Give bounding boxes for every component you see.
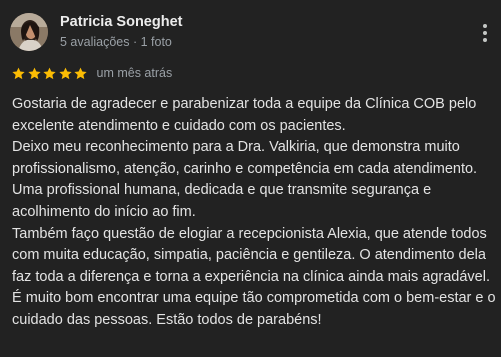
review-paragraph: Gostaria de agradecer e parabenizar toda… <box>12 96 477 134</box>
rating-row: um mês atrás <box>11 64 172 82</box>
review-text: Gostaria de agradecer e parabenizar toda… <box>12 94 496 332</box>
review-date: um mês atrás <box>96 66 173 80</box>
star-icon <box>11 66 26 81</box>
review-paragraph: É muito bom encontrar uma equipe tão com… <box>12 290 496 328</box>
review-paragraph: Deixo meu reconhecimento para a Dra. Val… <box>12 139 478 220</box>
star-icon <box>42 66 57 81</box>
reviewer-meta: 5 avaliações · 1 foto <box>60 35 172 49</box>
reviewer-avatar[interactable] <box>10 13 48 51</box>
review-paragraph: Também faço questão de elogiar a recepci… <box>12 225 490 285</box>
star-rating <box>11 66 89 81</box>
star-icon <box>73 66 88 81</box>
reviewer-name[interactable]: Patricia Soneghet <box>60 14 182 30</box>
avatar-photo-icon <box>10 13 48 51</box>
star-icon <box>58 66 73 81</box>
more-vertical-icon[interactable] <box>478 22 492 44</box>
review-card: Patricia Soneghet 5 avaliações · 1 foto … <box>0 0 501 357</box>
star-icon <box>27 66 42 81</box>
